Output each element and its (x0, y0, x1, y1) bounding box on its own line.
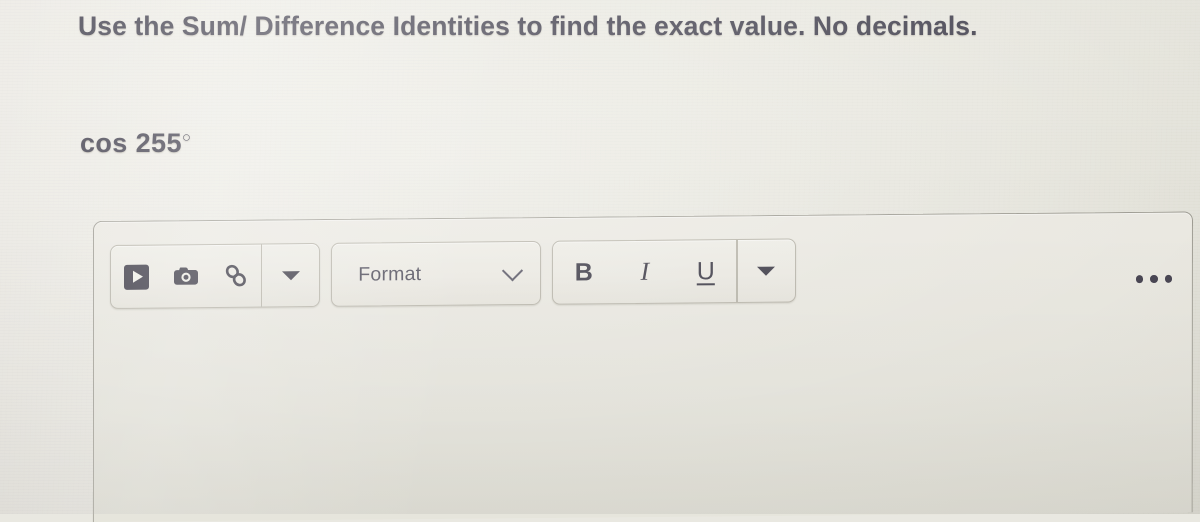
text-style-group: B I U (552, 238, 796, 305)
ellipsis-icon-dot (1164, 275, 1173, 283)
question-prompt: Use the Sum/ Difference Identities to fi… (78, 11, 978, 41)
text-style-more-button[interactable] (738, 239, 795, 302)
link-icon (222, 262, 250, 290)
italic-button[interactable]: I (614, 241, 675, 304)
insert-group (110, 242, 321, 309)
insert-link-button[interactable] (211, 245, 261, 307)
chevron-down-icon (502, 259, 524, 281)
math-expression-base: cos 255 (80, 128, 182, 158)
bold-button[interactable]: B (553, 241, 614, 304)
degree-symbol: ○ (181, 129, 191, 146)
underline-button[interactable]: U (675, 240, 736, 303)
insert-more-button[interactable] (262, 244, 319, 307)
camera-icon (172, 264, 200, 288)
ellipsis-icon-dot (1135, 275, 1144, 283)
caret-down-icon (757, 266, 776, 276)
video-icon (123, 264, 149, 290)
editor-toolbar: Format B I U (110, 238, 796, 309)
format-label: Format (358, 262, 422, 286)
format-dropdown[interactable]: Format (332, 242, 540, 306)
caret-down-icon (281, 270, 300, 280)
insert-video-button[interactable] (111, 246, 161, 308)
ellipsis-icon-dot (1150, 275, 1158, 283)
insert-image-button[interactable] (161, 245, 211, 307)
photographed-screen: Use the Sum/ Difference Identities to fi… (0, 0, 1200, 522)
more-options-button[interactable] (1128, 266, 1180, 292)
math-expression: cos 255○ (80, 128, 191, 159)
format-group: Format (331, 240, 542, 307)
